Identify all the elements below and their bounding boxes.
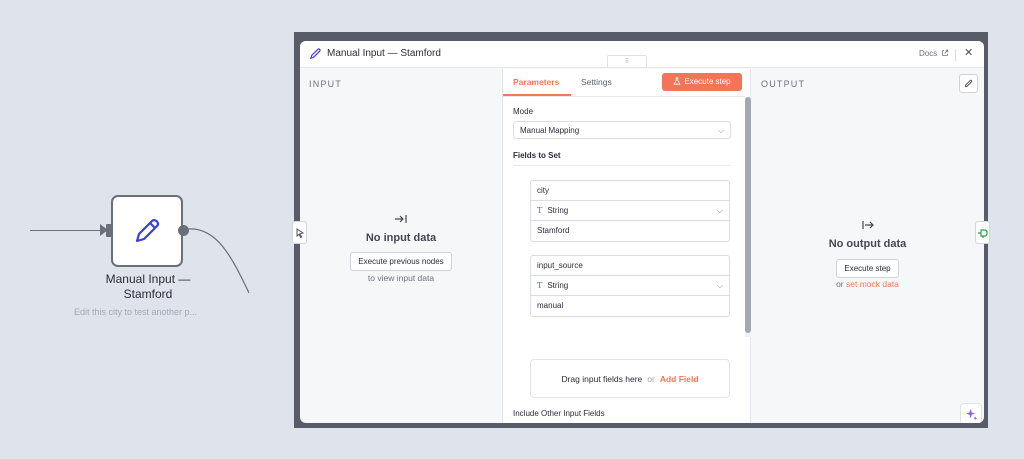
output-empty-title: No output data <box>828 238 907 250</box>
parameters-pane: Parameters Settings Execute step Mode Ma… <box>502 69 751 423</box>
modal-title: Manual Input — Stamford <box>327 48 441 59</box>
add-field-link[interactable]: Add Field <box>660 374 699 384</box>
incoming-connection <box>30 230 106 231</box>
flask-icon <box>673 77 681 85</box>
field-type-select[interactable]: T String ⌵ <box>531 276 729 296</box>
tabs-divider <box>503 96 745 97</box>
field-value-input[interactable]: Stamford <box>531 221 729 241</box>
chevron-down-icon: ⌵ <box>716 281 723 290</box>
mode-value: Manual Mapping <box>520 126 580 135</box>
output-pane-label: OUTPUT <box>761 79 806 89</box>
field-assignment-input-source: input_source T String ⌵ manual <box>530 255 730 317</box>
mode-label: Mode <box>513 107 534 116</box>
modal-header: Manual Input — Stamford ⠿ Docs ✕ <box>300 41 984 68</box>
header-separator <box>955 49 956 61</box>
field-name-input[interactable]: input_source <box>531 256 729 276</box>
pencil-icon <box>964 79 973 88</box>
manual-input-node[interactable] <box>111 195 183 267</box>
arrow-into-bar-icon <box>300 211 502 229</box>
chevron-down-icon: ⌵ <box>717 126 724 135</box>
execute-step-label: Execute step <box>684 77 731 86</box>
input-panel-handle[interactable] <box>292 221 307 244</box>
input-empty-title: No input data <box>365 232 437 244</box>
mode-select[interactable]: Manual Mapping ⌵ <box>513 121 731 139</box>
node-details-modal: Manual Input — Stamford ⠿ Docs ✕ INPUT N… <box>300 41 984 423</box>
tab-settings[interactable]: Settings <box>581 77 612 87</box>
execute-step-button[interactable]: Execute step <box>662 73 742 91</box>
include-other-fields-label: Include Other Input Fields <box>513 409 605 418</box>
set-mock-data-link[interactable]: set mock data <box>846 279 899 289</box>
output-panel-handle[interactable] <box>975 221 990 244</box>
field-dropzone[interactable]: Drag input fields here or Add Field <box>530 359 730 398</box>
docs-label: Docs <box>919 49 938 58</box>
field-assignment-city: city T String ⌵ Stamford <box>530 180 730 242</box>
connector-icon <box>978 228 988 238</box>
pencil-icon <box>135 219 160 243</box>
field-type-value: String <box>547 206 569 215</box>
text-type-icon: T <box>537 206 543 215</box>
docs-link[interactable]: Docs <box>919 49 949 58</box>
section-divider <box>513 165 731 166</box>
tab-parameters[interactable]: Parameters <box>513 77 559 87</box>
output-or-text: or <box>836 279 844 289</box>
arrow-out-bar-icon <box>751 217 984 235</box>
fields-to-set-label: Fields to Set <box>513 151 561 160</box>
field-name-input[interactable]: city <box>531 181 729 201</box>
input-pane-label: INPUT <box>309 79 342 89</box>
node-title: Manual Input — Stamford <box>105 272 191 301</box>
ai-assistant-button[interactable] <box>960 403 982 423</box>
input-pane: INPUT No input data Execute previous nod… <box>300 69 502 423</box>
edit-output-button[interactable] <box>959 74 978 93</box>
output-hint: or set mock data <box>751 279 984 289</box>
field-value-input[interactable]: manual <box>531 296 729 316</box>
execute-previous-nodes-button[interactable]: Execute previous nodes <box>350 252 452 271</box>
cursor-icon <box>296 227 304 238</box>
external-link-icon <box>942 49 949 56</box>
close-icon[interactable]: ✕ <box>964 46 973 59</box>
chevron-down-icon: ⌵ <box>716 206 723 215</box>
text-type-icon: T <box>537 281 543 290</box>
input-hint: to view input data <box>367 273 435 283</box>
dropzone-or: or <box>647 374 655 384</box>
field-type-select[interactable]: T String ⌵ <box>531 201 729 221</box>
drag-handle[interactable]: ⠿ <box>607 55 647 67</box>
field-type-value: String <box>547 281 569 290</box>
output-execute-step-button[interactable]: Execute step <box>836 259 899 278</box>
pencil-icon <box>309 48 321 60</box>
dropzone-text: Drag input fields here <box>561 374 643 384</box>
node-subtitle: Edit this city to test another p... <box>74 307 198 317</box>
output-pane: OUTPUT No output data Execute step or se… <box>751 69 984 423</box>
sparkle-icon <box>965 408 977 420</box>
